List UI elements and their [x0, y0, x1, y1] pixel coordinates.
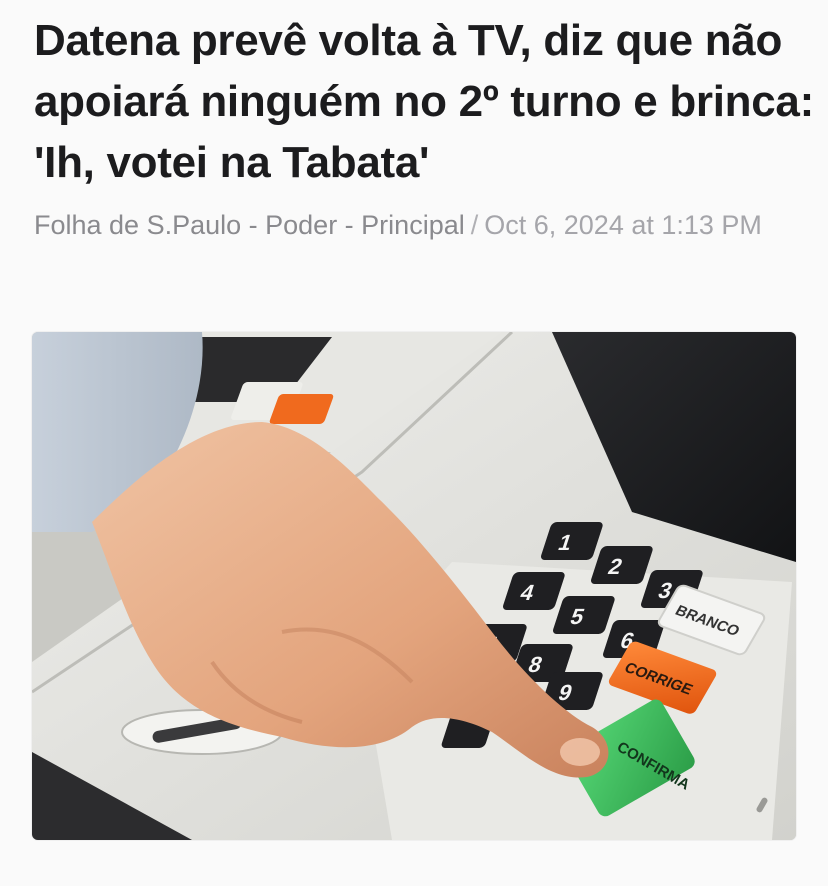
- fingernail: [560, 738, 600, 766]
- voting-machine-illustration: 1 2 3 4 5 6 8 9 BRANCO CORRIGE CONFIRMA: [32, 332, 796, 840]
- publish-timestamp: Oct 6, 2024 at 1:13 PM: [484, 210, 762, 240]
- article-view: Datena prevê volta à TV, diz que não apo…: [0, 0, 828, 886]
- rear-orange-key: [269, 394, 334, 424]
- article-headline[interactable]: Datena prevê volta à TV, diz que não apo…: [34, 10, 814, 193]
- hero-image[interactable]: 1 2 3 4 5 6 8 9 BRANCO CORRIGE CONFIRMA: [32, 332, 796, 840]
- source-name[interactable]: Folha de S.Paulo - Poder - Principal: [34, 210, 465, 240]
- article-meta: Folha de S.Paulo - Poder - Principal / Oct…: [34, 204, 794, 246]
- meta-separator: /: [470, 210, 479, 240]
